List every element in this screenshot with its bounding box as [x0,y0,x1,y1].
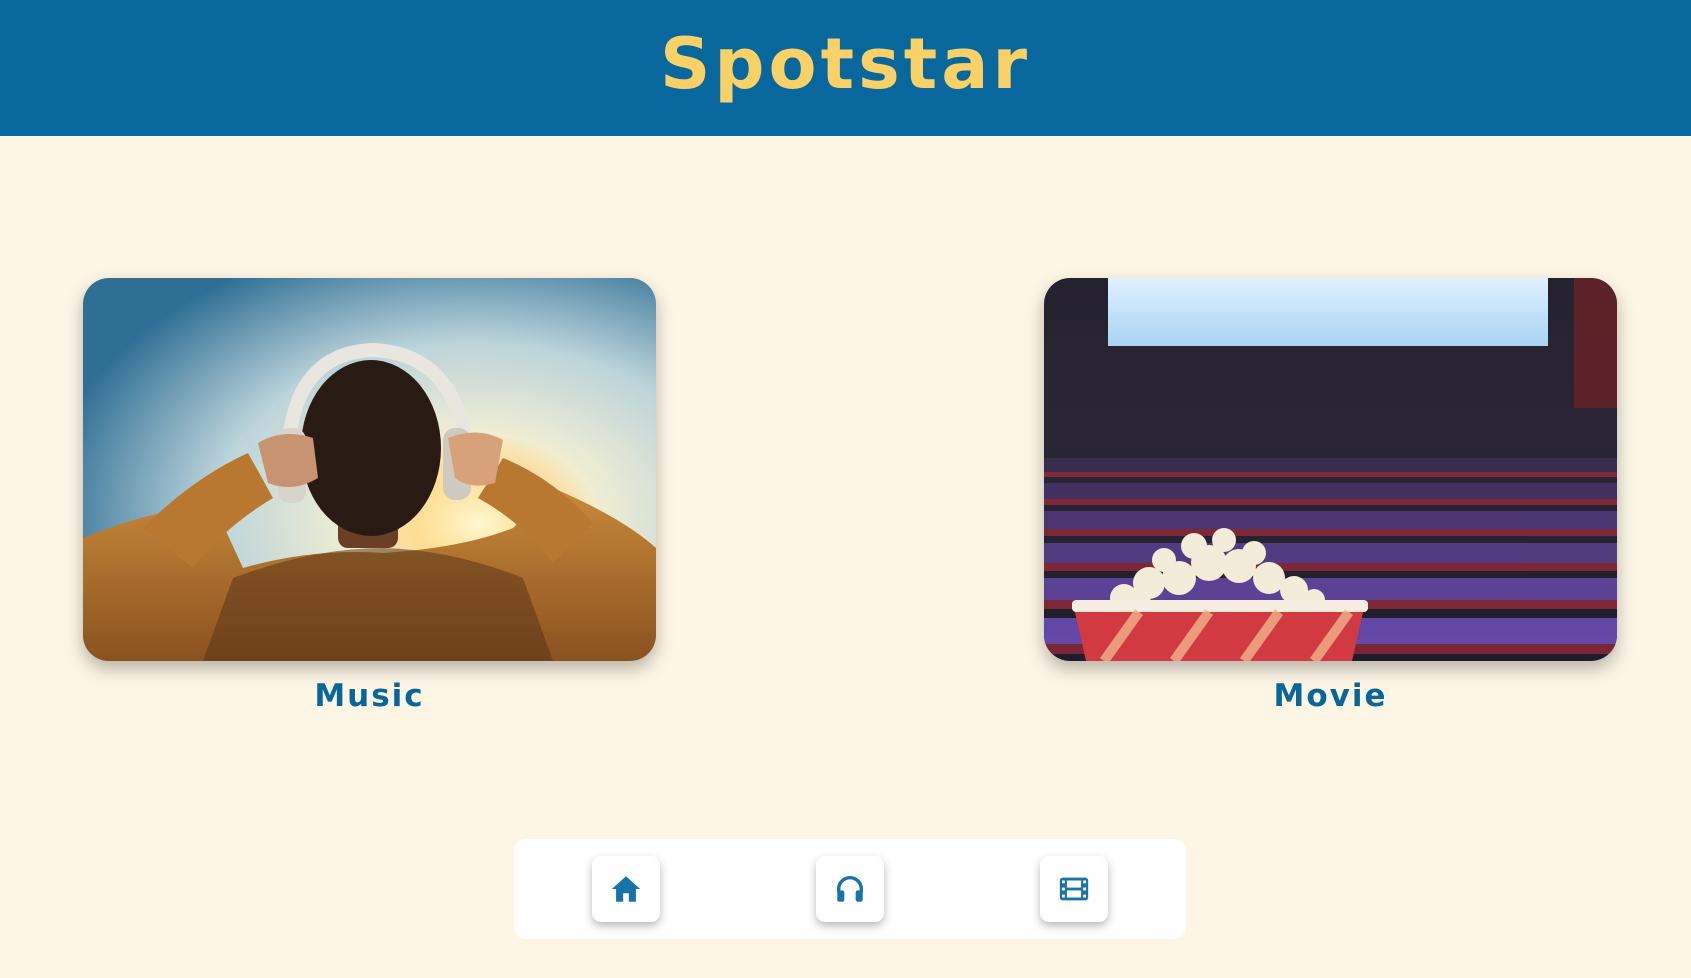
home-icon [611,876,641,902]
popcorn-cinema-photo [1044,278,1617,661]
music-card-label[interactable]: Music [83,678,656,714]
headphones-photo [83,278,656,661]
app-header: Spotstar [0,0,1691,136]
music-card-image[interactable] [83,278,656,661]
movie-button[interactable] [1040,856,1108,922]
movie-card-image[interactable] [1044,278,1617,661]
film-icon [1059,877,1089,901]
movie-card-label[interactable]: Movie [1044,678,1617,714]
music-button[interactable] [816,856,884,922]
headphones-icon [836,876,864,902]
app-title: Spotstar [660,23,1031,105]
home-button[interactable] [592,856,660,922]
bottom-nav [514,839,1186,939]
